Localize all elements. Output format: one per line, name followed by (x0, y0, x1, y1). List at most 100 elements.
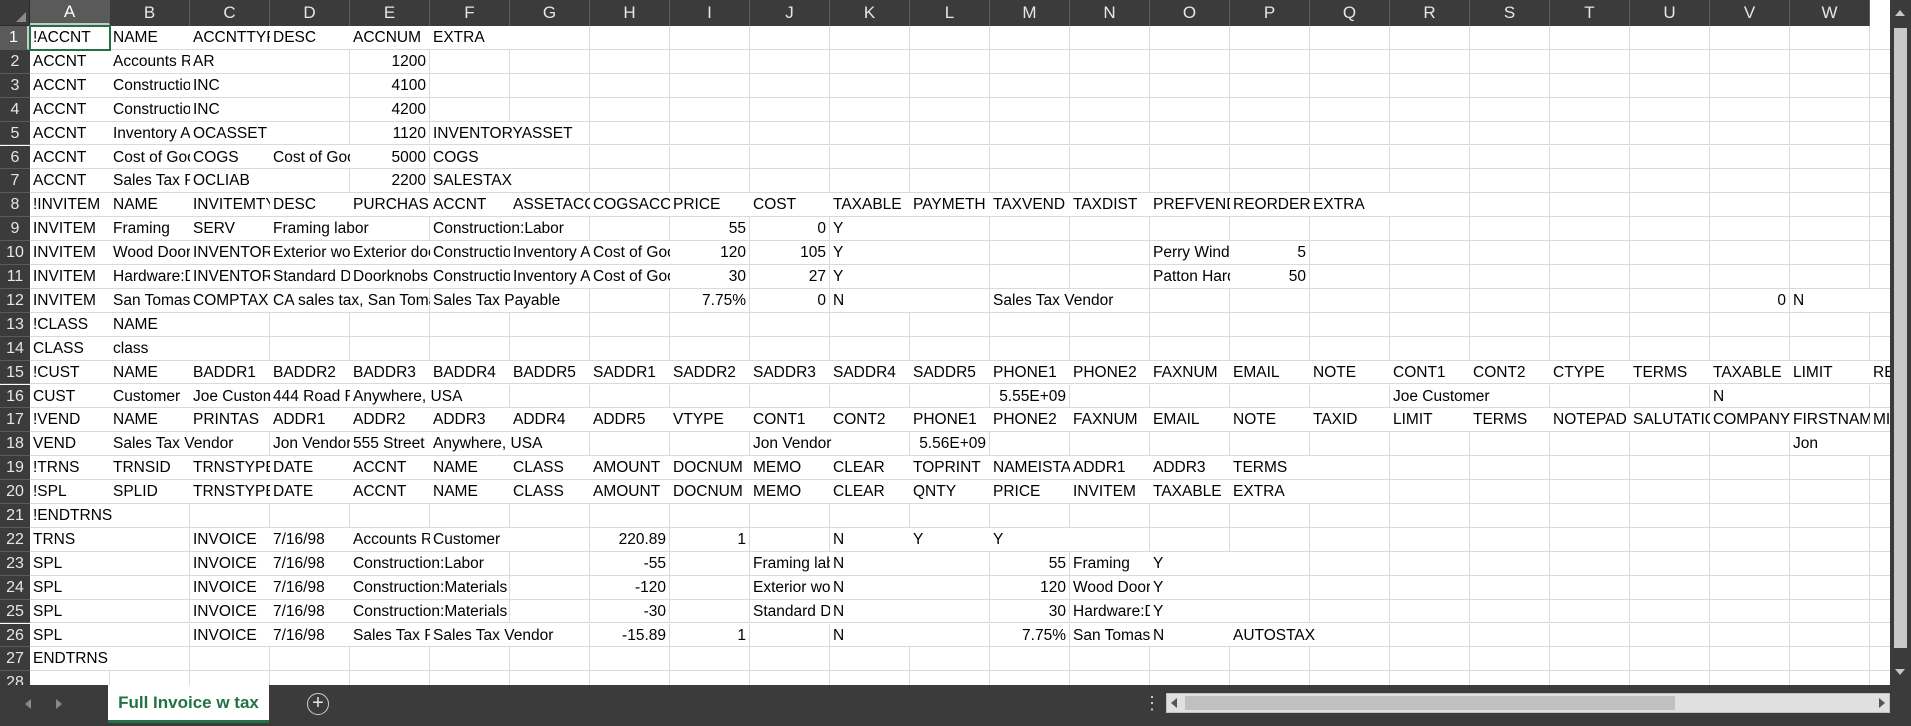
cell-b8[interactable]: NAME (110, 193, 190, 218)
cell-g8[interactable]: ASSETACCNT (510, 193, 590, 218)
cell-b15[interactable]: NAME (110, 361, 190, 385)
cell-m15[interactable]: PHONE1 (990, 361, 1070, 385)
cell-r4[interactable] (1390, 97, 1470, 122)
cell-q18[interactable] (1310, 432, 1390, 457)
column-header-h[interactable]: H (590, 0, 670, 26)
cell-n2[interactable] (1070, 49, 1150, 74)
cell-c7[interactable]: OCLIAB (190, 169, 350, 194)
cell-c5[interactable]: OCASSET (190, 122, 350, 146)
cell-x15[interactable]: RESALENUM (1870, 361, 1890, 385)
cell-c12[interactable]: COMPTAX (190, 289, 270, 313)
cell-o18[interactable] (1150, 432, 1230, 457)
cell-l22[interactable]: Y (910, 528, 990, 552)
cell-j23[interactable]: Framing labor (750, 552, 830, 576)
cell-a21[interactable]: !ENDTRNS (30, 504, 1890, 528)
row-header-5[interactable]: 5 (0, 121, 30, 146)
cell-n15[interactable]: PHONE2 (1070, 361, 1150, 385)
cell-a27[interactable]: ENDTRNS (30, 647, 1890, 672)
cell-h24[interactable]: -120 (590, 575, 670, 600)
cell-a17[interactable]: !VEND (30, 408, 110, 433)
cell-f15[interactable]: BADDR4 (430, 361, 510, 385)
cell-q17[interactable]: TAXID (1310, 408, 1390, 433)
cell-v10[interactable] (1710, 241, 1790, 265)
cell-d26[interactable]: 7/16/98 (270, 624, 350, 648)
cell-c9[interactable]: SERV (190, 217, 270, 242)
cell-m4[interactable] (990, 97, 1070, 122)
cell-u17[interactable]: SALUTATION (1630, 408, 1710, 433)
cell-c6[interactable]: COGS (190, 146, 270, 170)
cell-k12[interactable]: N (830, 289, 990, 313)
cell-l15[interactable]: SADDR5 (910, 361, 990, 385)
cell-i8[interactable]: PRICE (670, 193, 750, 218)
cell-f22[interactable]: Customer (430, 528, 590, 552)
cell-h26[interactable]: -15.89 (590, 623, 670, 648)
cell-a9[interactable]: INVITEM (30, 217, 110, 242)
row-header-25[interactable]: 25 (0, 599, 30, 624)
cell-m12[interactable]: Sales Tax Vendor (990, 289, 1710, 313)
row-header-3[interactable]: 3 (0, 73, 30, 98)
cell-j26[interactable] (750, 623, 830, 648)
spreadsheet-grid[interactable]: ABCDEFGHIJKLMNOPQRSTUVW 1 2 3 4 5 6 7 8 9 10 11 12 1… (0, 0, 1890, 685)
cell-u18[interactable] (1630, 432, 1710, 457)
cell-a5[interactable]: ACCNT (30, 122, 110, 146)
cell-m25[interactable]: 30 (990, 599, 1070, 624)
cell-f17[interactable]: ADDR3 (430, 408, 510, 433)
cell-c20[interactable]: TRNSTYPE (190, 480, 270, 504)
scroll-left-icon[interactable] (1171, 698, 1177, 708)
column-header-t[interactable]: T (1550, 0, 1630, 26)
cell-a24[interactable]: SPL (30, 576, 190, 600)
cell-q3[interactable] (1310, 73, 1390, 98)
cell-p3[interactable] (1230, 73, 1310, 98)
cell-c26[interactable]: INVOICE (190, 624, 270, 648)
column-header-q[interactable]: Q (1310, 0, 1390, 26)
cell-d18[interactable]: Jon Vendor (270, 432, 350, 457)
cell-j15[interactable]: SADDR3 (750, 361, 830, 385)
row-header-17[interactable]: 17 (0, 408, 30, 433)
cell-l28[interactable] (910, 671, 990, 685)
cell-a14[interactable]: CLASS (30, 337, 110, 361)
cell-j17[interactable]: CONT1 (750, 408, 830, 433)
cell-o16[interactable] (1150, 384, 1230, 409)
cell-g19[interactable]: CLASS (510, 456, 590, 481)
cell-v11[interactable] (1710, 265, 1790, 289)
cell-m3[interactable] (990, 73, 1070, 98)
row-header-18[interactable]: 18 (0, 432, 30, 457)
row-header-11[interactable]: 11 (0, 265, 30, 289)
cell-b20[interactable]: SPLID (110, 480, 190, 504)
row-header-6[interactable]: 6 (0, 145, 30, 170)
cell-p8[interactable]: REORDERPOINT (1230, 193, 1310, 218)
vertical-scroll-thumb[interactable] (1894, 28, 1907, 648)
cell-t18[interactable] (1550, 432, 1630, 457)
cell-a26[interactable]: SPL (30, 624, 190, 648)
column-header-b[interactable]: B (110, 0, 190, 26)
cell-j3[interactable] (750, 73, 830, 98)
cell-a18[interactable]: VEND (30, 432, 110, 457)
cell-a4[interactable]: ACCNT (30, 98, 110, 122)
cell-i23[interactable] (670, 551, 750, 576)
cell-m17[interactable]: PHONE2 (990, 408, 1070, 433)
cell-j20[interactable]: MEMO (750, 480, 830, 504)
cell-p18[interactable] (1230, 432, 1310, 457)
cell-b14[interactable]: class (110, 337, 1890, 361)
cell-h8[interactable]: COGSACCNT (590, 193, 670, 218)
cell-b12[interactable]: San Tomas (110, 289, 190, 313)
cell-c2[interactable]: AR (190, 50, 350, 74)
column-header-n[interactable]: N (1070, 0, 1150, 26)
cell-c23[interactable]: INVOICE (190, 552, 270, 576)
cell-u28[interactable] (1630, 671, 1710, 685)
cell-h25[interactable]: -30 (590, 599, 670, 624)
cell-l17[interactable]: PHONE1 (910, 408, 990, 433)
cell-n20[interactable]: INVITEM (1070, 480, 1150, 504)
cell-b5[interactable]: Inventory Asset (110, 122, 190, 146)
cell-t10[interactable] (1550, 241, 1630, 265)
cell-j8[interactable]: COST (750, 193, 830, 218)
cell-f1[interactable]: EXTRA (430, 26, 1890, 50)
cell-v17[interactable]: COMPANYNAME (1710, 408, 1790, 433)
cell-f10[interactable]: Construction:Materials (430, 241, 510, 265)
column-header-w[interactable]: W (1790, 0, 1870, 26)
cell-l20[interactable]: QNTY (910, 480, 990, 504)
cell-n25[interactable]: Hardware:Doorknobs (1070, 600, 1150, 624)
cell-k22[interactable]: N (830, 528, 910, 552)
cell-a2[interactable]: ACCNT (30, 50, 110, 74)
cell-f4[interactable] (430, 97, 510, 122)
